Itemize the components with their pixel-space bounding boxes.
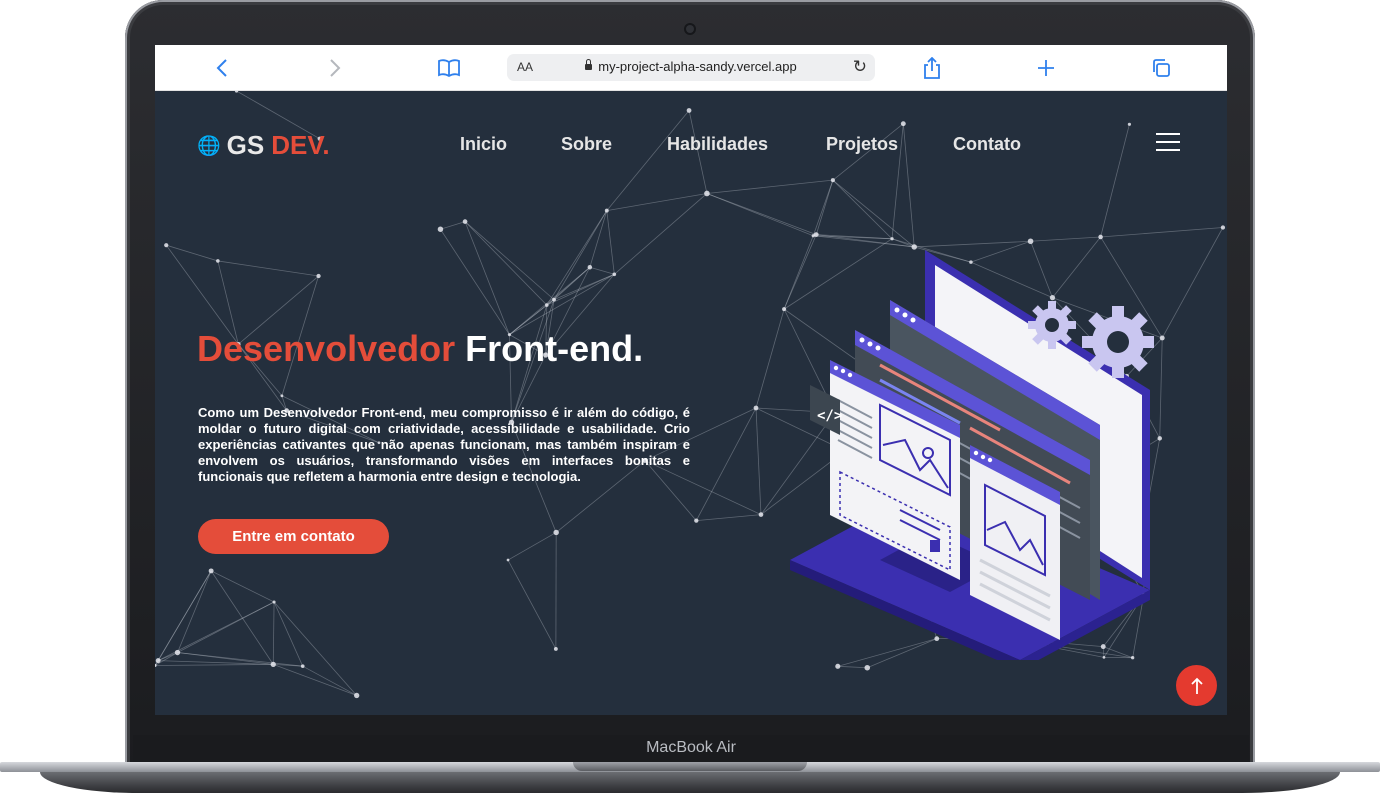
lock-icon [585, 59, 593, 70]
nav-item-sobre[interactable]: Sobre [561, 134, 612, 155]
nav-item-inicio[interactable]: Inicio [460, 134, 507, 155]
url-text: my-project-alpha-sandy.vercel.app [598, 59, 797, 74]
browser-toolbar: AA my-project-alpha-sandy.vercel.app ↻ [155, 45, 1227, 91]
hamburger-icon[interactable] [1156, 133, 1180, 151]
hero-description: Como um Desenvolvedor Front-end, meu com… [198, 405, 690, 484]
nav-item-projetos[interactable]: Projetos [826, 134, 898, 155]
tabs-icon[interactable] [1148, 55, 1174, 81]
logo-accent: DEV. [271, 130, 330, 160]
laptop-bottom-bezel: MacBook Air [133, 735, 1249, 763]
address-bar[interactable]: AA my-project-alpha-sandy.vercel.app ↻ [507, 54, 875, 81]
arrow-up-icon[interactable] [1176, 665, 1217, 706]
laptop-base [0, 762, 1380, 793]
site-logo[interactable]: 🌐 GS DEV. [197, 130, 330, 161]
share-icon[interactable] [919, 55, 945, 81]
contact-button[interactable]: Entre em contato [198, 519, 389, 554]
chevron-left-icon[interactable] [209, 55, 235, 81]
svg-text:</>: </> [817, 408, 842, 424]
reload-icon[interactable]: ↻ [853, 57, 867, 77]
device-label: MacBook Air [646, 739, 736, 756]
nav-item-habilidades[interactable]: Habilidades [667, 134, 768, 155]
camera-icon [686, 25, 694, 33]
web-development-illustration: </> [790, 250, 1154, 660]
nav-item-contato[interactable]: Contato [953, 134, 1021, 155]
hero-title: Desenvolvedor Front-end. [197, 328, 643, 370]
portfolio-page: 🌐 GS DEV. Inicio Sobre Habilidades Proje… [155, 90, 1227, 715]
plus-icon[interactable] [1033, 55, 1059, 81]
hero-title-main: Front-end. [465, 328, 644, 369]
browser-screen: AA my-project-alpha-sandy.vercel.app ↻ 🌐… [155, 45, 1227, 715]
book-icon[interactable] [436, 55, 462, 81]
globe-icon: 🌐 [197, 135, 221, 157]
chevron-right-icon[interactable] [322, 55, 348, 81]
logo-main: GS [226, 130, 265, 160]
hero-title-accent: Desenvolvedor [197, 328, 456, 369]
